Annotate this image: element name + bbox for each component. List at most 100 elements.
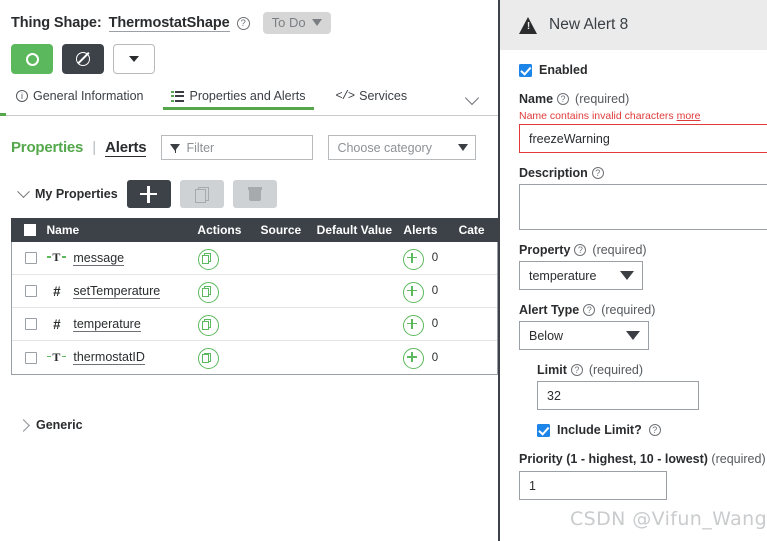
row-actions-cell [190, 281, 261, 303]
row-checkbox[interactable] [12, 351, 47, 364]
cancel-button[interactable] [62, 44, 104, 74]
row-checkbox[interactable] [12, 318, 47, 330]
limit-input[interactable]: 32 [537, 381, 699, 410]
duplicate-row-icon[interactable] [197, 314, 219, 336]
save-button[interactable] [11, 44, 53, 74]
duplicate-property-button[interactable] [179, 180, 224, 208]
tab-bar: i General Information Properties and Ale… [0, 86, 498, 116]
table-row[interactable]: T thermostatID 0 [12, 341, 497, 374]
tab-bar-accent [0, 113, 6, 116]
alert-type-select[interactable]: Below [519, 321, 649, 350]
column-header-alerts[interactable]: Alerts [403, 223, 458, 237]
table-row[interactable]: # setTemperature 0 [12, 275, 497, 308]
collapse-chevron-icon[interactable] [467, 93, 480, 101]
column-header-category[interactable]: Cate [459, 223, 498, 237]
copy-icon [195, 186, 210, 203]
ban-icon [76, 52, 90, 66]
tab-properties-and-alerts[interactable]: Properties and Alerts [163, 86, 314, 110]
status-dropdown[interactable]: To Do [262, 12, 331, 34]
add-alert-icon[interactable] [402, 248, 424, 270]
checkbox-icon [23, 224, 36, 236]
alert-count: 0 [431, 285, 439, 297]
checkbox-icon [24, 318, 37, 330]
select-all-checkbox[interactable] [11, 224, 47, 236]
property-name-link[interactable]: thermostatID [73, 350, 145, 365]
tab-properties-and-alerts-label: Properties and Alerts [189, 89, 306, 103]
column-header-name[interactable]: Name [47, 223, 190, 237]
limit-label-text: Limit [537, 363, 567, 377]
alert-count: 0 [431, 252, 439, 264]
tab-services[interactable]: </> Services [336, 86, 408, 110]
column-header-source[interactable]: Source [261, 223, 317, 237]
row-name-cell: # temperature [47, 317, 189, 332]
trash-icon [247, 187, 262, 202]
filter-icon [170, 144, 181, 153]
column-header-actions[interactable]: Actions [189, 223, 260, 237]
subtab-alerts[interactable]: Alerts [105, 139, 147, 157]
my-properties-label: My Properties [35, 187, 118, 201]
table-row[interactable]: T message 0 [12, 242, 497, 275]
help-icon[interactable]: ? [574, 244, 587, 256]
property-name-link[interactable]: temperature [73, 317, 141, 332]
tab-bar-divider [0, 115, 498, 116]
alert-count: 0 [431, 318, 439, 330]
app-root: Thing Shape: ThermostatShape ? To Do i G… [0, 0, 767, 541]
help-icon[interactable]: ? [236, 16, 250, 30]
caret-down-icon [129, 56, 139, 62]
help-icon[interactable]: ? [570, 364, 583, 376]
limit-required-text: (required) [588, 363, 644, 377]
string-type-icon: T [47, 250, 67, 264]
add-alert-icon[interactable] [402, 281, 424, 303]
subtab-properties[interactable]: Properties [11, 139, 83, 156]
category-select[interactable]: Choose category [328, 135, 477, 160]
checkbox-icon [24, 351, 37, 364]
name-input-value: freezeWarning [529, 131, 610, 146]
table-row[interactable]: # temperature 0 [12, 308, 497, 341]
duplicate-row-icon[interactable] [197, 281, 219, 303]
enabled-checkbox-row[interactable]: Enabled [519, 63, 767, 77]
add-alert-icon[interactable] [402, 314, 424, 336]
help-icon[interactable]: ? [557, 93, 570, 105]
property-name-link[interactable]: setTemperature [73, 284, 161, 299]
row-name-cell: T thermostatID [47, 350, 189, 365]
property-select[interactable]: temperature [519, 261, 643, 290]
help-icon[interactable]: ? [648, 424, 661, 436]
description-textarea[interactable] [519, 184, 767, 230]
category-select-value: Choose category [337, 140, 432, 155]
priority-input[interactable]: 1 [519, 471, 667, 500]
row-alerts-cell: 0 [402, 348, 458, 369]
more-actions-button[interactable] [113, 44, 155, 74]
row-checkbox[interactable] [12, 285, 47, 297]
property-name-link[interactable]: message [73, 251, 125, 266]
number-type-icon: # [53, 316, 61, 332]
help-icon[interactable]: ? [583, 304, 596, 316]
help-icon[interactable]: ? [591, 167, 604, 179]
checkbox-checked-icon [519, 63, 532, 77]
filter-input[interactable]: Filter [161, 135, 314, 160]
row-name-cell: T message [47, 250, 189, 266]
checkbox-icon [24, 285, 37, 297]
delete-property-button[interactable] [232, 180, 277, 208]
row-checkbox[interactable] [12, 252, 47, 264]
page-title-prefix: Thing Shape: [11, 15, 102, 31]
chevron-down-icon[interactable] [17, 184, 30, 198]
warning-triangle-icon [519, 16, 538, 35]
tab-general-information[interactable]: i General Information [16, 86, 143, 110]
include-limit-checkbox-row[interactable]: Include Limit? ? [537, 423, 767, 437]
duplicate-row-icon[interactable] [197, 348, 219, 369]
property-select-value: temperature [529, 268, 597, 283]
number-type-icon: # [53, 283, 61, 299]
column-header-default-value[interactable]: Default Value [317, 223, 404, 237]
description-label-text: Description [519, 166, 588, 180]
chevron-down-icon [311, 19, 322, 26]
tab-services-label: Services [359, 89, 408, 103]
duplicate-row-icon[interactable] [197, 248, 219, 270]
generic-section-toggle[interactable]: Generic [17, 418, 83, 432]
name-error-more-link[interactable]: more [677, 110, 701, 122]
add-alert-icon[interactable] [402, 348, 424, 369]
list-icon [171, 90, 185, 102]
name-input[interactable]: freezeWarning [519, 124, 767, 153]
row-name-cell: # setTemperature [47, 284, 189, 299]
add-property-button[interactable] [126, 180, 171, 208]
chevron-down-icon [620, 271, 634, 280]
